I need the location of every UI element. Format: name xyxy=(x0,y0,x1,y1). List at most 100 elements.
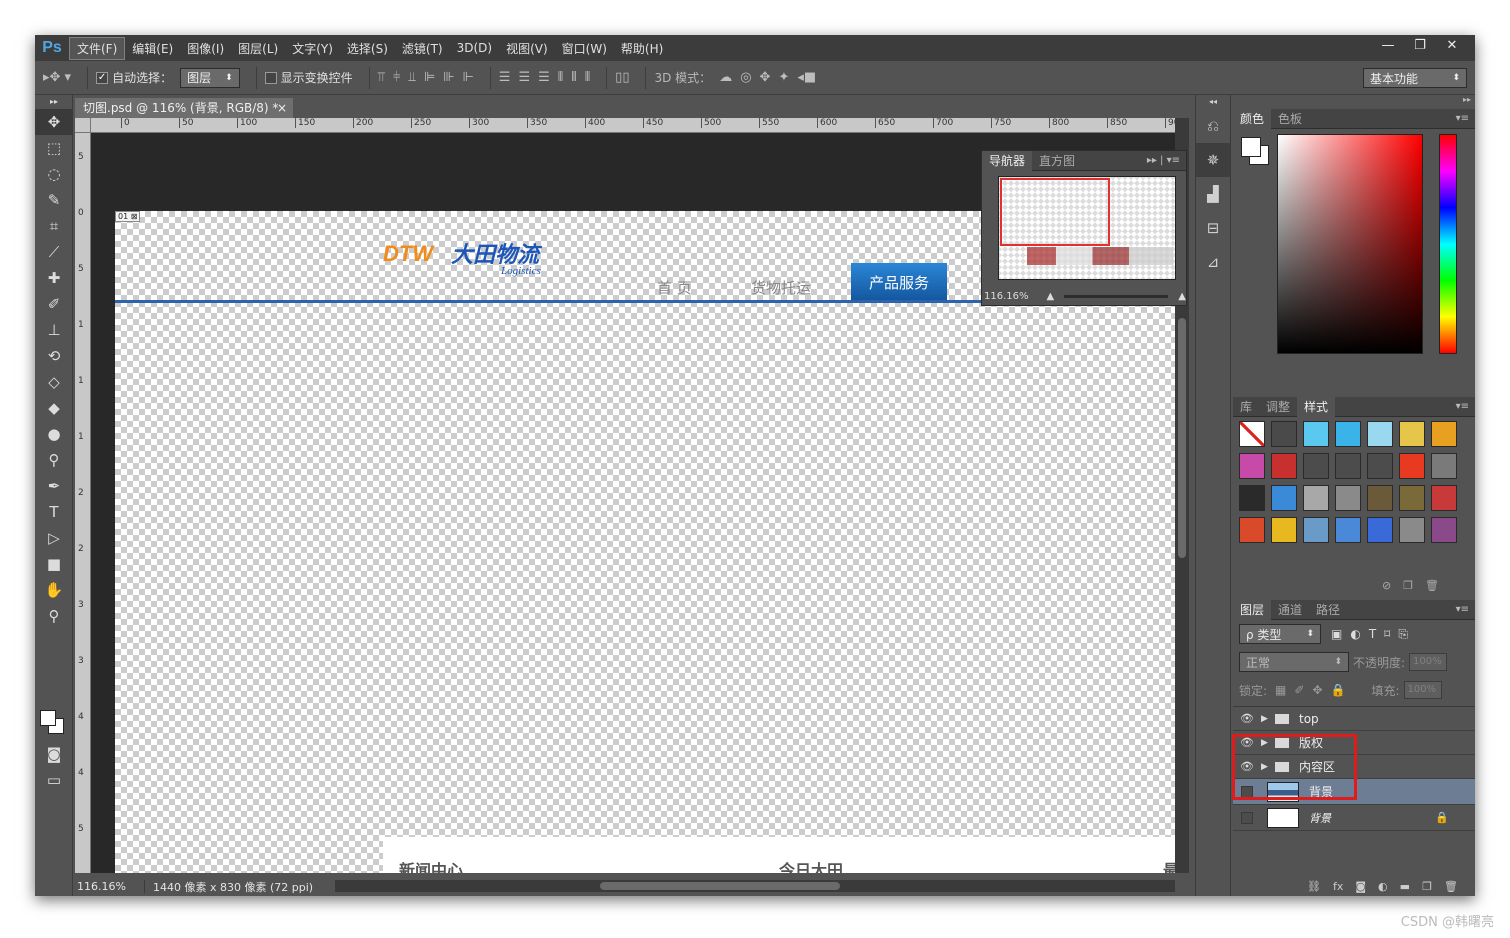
histogram-panel-icon[interactable]: ▟ xyxy=(1196,177,1230,211)
horizontal-scroll-thumb[interactable] xyxy=(600,882,840,890)
adjustment-icon[interactable]: ◐ xyxy=(1378,880,1388,893)
style-swatch[interactable] xyxy=(1335,453,1361,479)
distribute-left-icon[interactable]: ⫴ xyxy=(558,70,563,85)
panel-menu-icon[interactable]: ▾≡ xyxy=(1456,600,1469,620)
new-style-icon[interactable]: ❐ xyxy=(1403,579,1425,592)
filter-shape-icon[interactable]: ⌑ xyxy=(1384,627,1390,641)
style-swatch[interactable] xyxy=(1399,421,1425,447)
style-swatch[interactable] xyxy=(1303,421,1329,447)
workspace-dropdown[interactable]: 基本功能 ⬍ xyxy=(1363,68,1467,88)
history-brush-tool-icon[interactable]: ⟲ xyxy=(35,343,73,369)
lasso-tool-icon[interactable]: ◌ xyxy=(35,161,73,187)
style-swatch[interactable] xyxy=(1271,485,1297,511)
brush-tool-icon[interactable]: ✐ xyxy=(35,291,73,317)
tab-paths[interactable]: 路径 xyxy=(1309,600,1347,620)
style-swatch[interactable] xyxy=(1399,517,1425,543)
hand-tool-icon[interactable]: ✋ xyxy=(35,577,73,603)
auto-select-option[interactable]: ✓ 自动选择： xyxy=(96,69,172,86)
zoom-tool-icon[interactable]: ⚲ xyxy=(35,603,73,629)
info-panel-icon[interactable]: ⊿ xyxy=(1196,245,1230,279)
3d-roll-icon[interactable]: ◎ xyxy=(740,70,751,85)
style-swatch[interactable] xyxy=(1399,453,1425,479)
style-swatch[interactable] xyxy=(1239,517,1265,543)
distribute-bottom-icon[interactable]: ☰ xyxy=(538,70,550,85)
zoom-in-icon[interactable]: ▲ xyxy=(1178,291,1186,302)
menu-type[interactable]: 文字(Y) xyxy=(285,38,340,59)
expand-arrow-icon[interactable]: ▶ xyxy=(1261,714,1275,724)
menu-view[interactable]: 视图(V) xyxy=(499,38,555,59)
menu-filter[interactable]: 滤镜(T) xyxy=(395,38,450,59)
eraser-tool-icon[interactable]: ◇ xyxy=(35,369,73,395)
3d-slide-icon[interactable]: ✦ xyxy=(778,70,789,85)
history-panel-icon[interactable]: ⎌ xyxy=(1196,109,1230,143)
style-swatch[interactable] xyxy=(1367,421,1393,447)
type-tool-icon[interactable]: T xyxy=(35,499,73,525)
style-swatch[interactable] xyxy=(1431,485,1457,511)
path-select-tool-icon[interactable]: ▷ xyxy=(35,525,73,551)
link-icon[interactable]: ⛓ xyxy=(1307,880,1321,893)
fx-icon[interactable]: fx xyxy=(1333,880,1343,893)
distribute-top-icon[interactable]: ☰ xyxy=(499,70,511,85)
trash-icon[interactable]: 🗑 xyxy=(1425,579,1451,592)
collapse-arrows-icon[interactable]: ▸▸ xyxy=(1463,95,1471,104)
menu-edit[interactable]: 编辑(E) xyxy=(125,38,180,59)
align-left-icon[interactable]: ⊫ xyxy=(424,70,435,85)
horizontal-ruler[interactable]: 0 50 100 150 200 250 300 350 400 450 500 550 600 650 7… xyxy=(91,118,1187,133)
style-swatch[interactable] xyxy=(1335,517,1361,543)
navigator-preview[interactable] xyxy=(998,176,1176,280)
style-swatch[interactable] xyxy=(1367,517,1393,543)
hue-slider[interactable] xyxy=(1439,134,1457,354)
horizontal-scrollbar[interactable] xyxy=(335,880,1175,892)
document-canvas[interactable]: 01 ⊠ DTW 大田物流 Logistics 首 页 货物托运 产品服务 新闻… xyxy=(115,211,1175,873)
paint-bucket-tool-icon[interactable]: ◆ xyxy=(35,395,73,421)
3d-drag-icon[interactable]: ✥ xyxy=(760,70,771,85)
filter-pixel-icon[interactable]: ▣ xyxy=(1331,627,1342,641)
style-swatch[interactable] xyxy=(1271,421,1297,447)
eye-icon[interactable]: 👁 xyxy=(1233,712,1261,725)
tab-adjustments[interactable]: 调整 xyxy=(1259,397,1297,417)
style-swatch[interactable] xyxy=(1239,421,1265,447)
style-swatch[interactable] xyxy=(1431,517,1457,543)
style-swatch[interactable] xyxy=(1271,453,1297,479)
menu-image[interactable]: 图像(I) xyxy=(180,38,231,59)
distribute-hcenter-icon[interactable]: ⫴ xyxy=(571,70,576,85)
quick-mask-icon[interactable]: ◙ xyxy=(35,741,73,767)
opacity-input[interactable]: 100% xyxy=(1409,653,1448,671)
restore-button[interactable]: ❐ xyxy=(1405,37,1435,55)
properties-panel-icon[interactable]: ⊟ xyxy=(1196,211,1230,245)
style-swatch[interactable] xyxy=(1239,453,1265,479)
style-swatch[interactable] xyxy=(1335,485,1361,511)
style-swatch[interactable] xyxy=(1399,485,1425,511)
collapse-arrows-icon[interactable]: ◂◂ xyxy=(1196,95,1230,109)
panel-menu-icon[interactable]: ▾≡ xyxy=(1456,397,1469,417)
3d-rotate-icon[interactable]: ☁ xyxy=(719,70,732,85)
tab-channels[interactable]: 通道 xyxy=(1271,600,1309,620)
menu-select[interactable]: 选择(S) xyxy=(340,38,395,59)
blur-tool-icon[interactable]: ● xyxy=(35,421,73,447)
expand-arrow-icon[interactable]: ▶ xyxy=(1261,738,1275,748)
minimize-button[interactable]: — xyxy=(1373,37,1403,55)
tab-navigator[interactable]: 导航器 xyxy=(982,150,1033,171)
distribute-right-icon[interactable]: ⫴ xyxy=(585,70,590,85)
auto-align-icon[interactable]: ▯▯ xyxy=(615,70,629,85)
3d-scale-icon[interactable]: ◂■ xyxy=(797,70,816,85)
panel-menu-icon[interactable]: ▾≡ xyxy=(1456,109,1469,129)
panel-menu-icon[interactable]: ▸▸ | ▾≡ xyxy=(1147,151,1180,171)
ruler-origin[interactable] xyxy=(75,118,91,133)
foreground-color-swatch[interactable] xyxy=(40,710,56,726)
healing-brush-tool-icon[interactable]: ✚ xyxy=(35,265,73,291)
visibility-toggle[interactable] xyxy=(1241,811,1253,824)
tab-layers[interactable]: 图层 xyxy=(1233,599,1272,620)
style-swatch[interactable] xyxy=(1367,453,1393,479)
close-button[interactable]: ✕ xyxy=(1437,37,1467,55)
style-swatch[interactable] xyxy=(1271,517,1297,543)
style-swatch[interactable] xyxy=(1335,421,1361,447)
document-tab[interactable]: 切图.psd @ 116% (背景, RGB/8) * × xyxy=(75,98,293,118)
layer-row[interactable]: 👁 ▶ 内容区 xyxy=(1233,755,1475,779)
move-tool-icon[interactable]: ▸✥ ▾ xyxy=(43,70,71,85)
lock-paint-icon[interactable]: ✐ xyxy=(1294,683,1304,697)
color-field[interactable] xyxy=(1277,134,1423,354)
layer-row[interactable]: 👁 ▶ top xyxy=(1233,707,1475,731)
eyedropper-tool-icon[interactable]: ⟋ xyxy=(35,239,73,265)
navigator-panel-icon[interactable]: ✵ xyxy=(1196,143,1230,177)
